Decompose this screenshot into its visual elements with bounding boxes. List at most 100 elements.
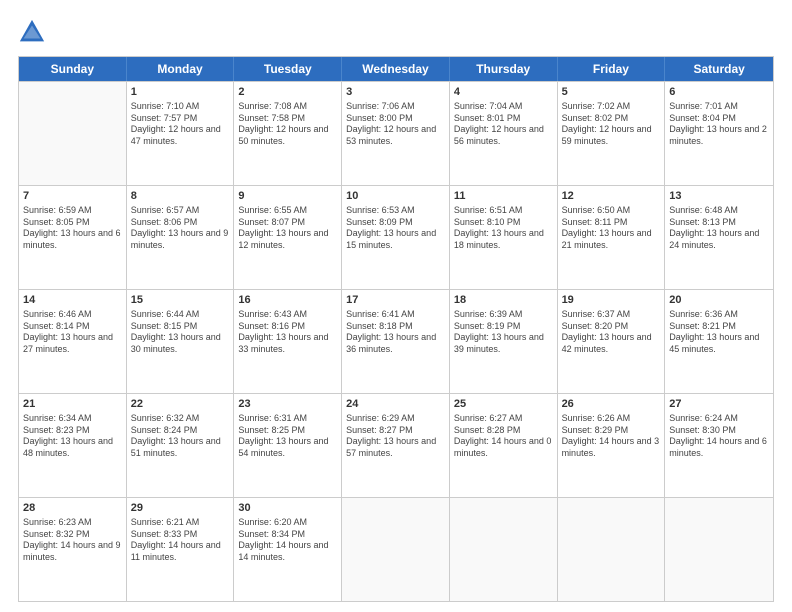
day-info: Sunrise: 6:48 AMSunset: 8:13 PMDaylight:… bbox=[669, 205, 769, 252]
day-info: Sunrise: 6:41 AMSunset: 8:18 PMDaylight:… bbox=[346, 309, 445, 356]
calendar-row-5: 28Sunrise: 6:23 AMSunset: 8:32 PMDayligh… bbox=[19, 497, 773, 601]
day-number: 29 bbox=[131, 501, 230, 516]
day-cell-23: 23Sunrise: 6:31 AMSunset: 8:25 PMDayligh… bbox=[234, 394, 342, 497]
day-cell-4: 4Sunrise: 7:04 AMSunset: 8:01 PMDaylight… bbox=[450, 82, 558, 185]
day-number: 20 bbox=[669, 293, 769, 308]
day-cell-26: 26Sunrise: 6:26 AMSunset: 8:29 PMDayligh… bbox=[558, 394, 666, 497]
day-info: Sunrise: 6:32 AMSunset: 8:24 PMDaylight:… bbox=[131, 413, 230, 460]
day-cell-2: 2Sunrise: 7:08 AMSunset: 7:58 PMDaylight… bbox=[234, 82, 342, 185]
day-cell-16: 16Sunrise: 6:43 AMSunset: 8:16 PMDayligh… bbox=[234, 290, 342, 393]
day-cell-25: 25Sunrise: 6:27 AMSunset: 8:28 PMDayligh… bbox=[450, 394, 558, 497]
day-info: Sunrise: 6:23 AMSunset: 8:32 PMDaylight:… bbox=[23, 517, 122, 564]
day-number: 16 bbox=[238, 293, 337, 308]
calendar-row-3: 14Sunrise: 6:46 AMSunset: 8:14 PMDayligh… bbox=[19, 289, 773, 393]
day-cell-12: 12Sunrise: 6:50 AMSunset: 8:11 PMDayligh… bbox=[558, 186, 666, 289]
day-info: Sunrise: 6:31 AMSunset: 8:25 PMDaylight:… bbox=[238, 413, 337, 460]
empty-cell bbox=[450, 498, 558, 601]
day-number: 25 bbox=[454, 397, 553, 412]
day-info: Sunrise: 7:10 AMSunset: 7:57 PMDaylight:… bbox=[131, 101, 230, 148]
day-cell-17: 17Sunrise: 6:41 AMSunset: 8:18 PMDayligh… bbox=[342, 290, 450, 393]
day-cell-27: 27Sunrise: 6:24 AMSunset: 8:30 PMDayligh… bbox=[665, 394, 773, 497]
day-number: 22 bbox=[131, 397, 230, 412]
day-cell-11: 11Sunrise: 6:51 AMSunset: 8:10 PMDayligh… bbox=[450, 186, 558, 289]
day-number: 28 bbox=[23, 501, 122, 516]
page: SundayMondayTuesdayWednesdayThursdayFrid… bbox=[0, 0, 792, 612]
day-cell-6: 6Sunrise: 7:01 AMSunset: 8:04 PMDaylight… bbox=[665, 82, 773, 185]
day-info: Sunrise: 6:39 AMSunset: 8:19 PMDaylight:… bbox=[454, 309, 553, 356]
weekday-header-friday: Friday bbox=[558, 57, 666, 81]
day-cell-9: 9Sunrise: 6:55 AMSunset: 8:07 PMDaylight… bbox=[234, 186, 342, 289]
logo-icon bbox=[18, 18, 46, 46]
day-info: Sunrise: 6:27 AMSunset: 8:28 PMDaylight:… bbox=[454, 413, 553, 460]
day-info: Sunrise: 6:59 AMSunset: 8:05 PMDaylight:… bbox=[23, 205, 122, 252]
header bbox=[18, 18, 774, 46]
empty-cell bbox=[342, 498, 450, 601]
weekday-header-wednesday: Wednesday bbox=[342, 57, 450, 81]
day-number: 6 bbox=[669, 85, 769, 100]
day-cell-24: 24Sunrise: 6:29 AMSunset: 8:27 PMDayligh… bbox=[342, 394, 450, 497]
day-number: 27 bbox=[669, 397, 769, 412]
day-number: 12 bbox=[562, 189, 661, 204]
calendar-row-2: 7Sunrise: 6:59 AMSunset: 8:05 PMDaylight… bbox=[19, 185, 773, 289]
day-cell-8: 8Sunrise: 6:57 AMSunset: 8:06 PMDaylight… bbox=[127, 186, 235, 289]
day-number: 9 bbox=[238, 189, 337, 204]
day-number: 3 bbox=[346, 85, 445, 100]
day-cell-7: 7Sunrise: 6:59 AMSunset: 8:05 PMDaylight… bbox=[19, 186, 127, 289]
day-info: Sunrise: 6:37 AMSunset: 8:20 PMDaylight:… bbox=[562, 309, 661, 356]
day-cell-1: 1Sunrise: 7:10 AMSunset: 7:57 PMDaylight… bbox=[127, 82, 235, 185]
day-cell-21: 21Sunrise: 6:34 AMSunset: 8:23 PMDayligh… bbox=[19, 394, 127, 497]
day-info: Sunrise: 6:24 AMSunset: 8:30 PMDaylight:… bbox=[669, 413, 769, 460]
day-info: Sunrise: 6:44 AMSunset: 8:15 PMDaylight:… bbox=[131, 309, 230, 356]
weekday-header-saturday: Saturday bbox=[665, 57, 773, 81]
day-number: 30 bbox=[238, 501, 337, 516]
day-number: 15 bbox=[131, 293, 230, 308]
day-cell-13: 13Sunrise: 6:48 AMSunset: 8:13 PMDayligh… bbox=[665, 186, 773, 289]
day-info: Sunrise: 6:34 AMSunset: 8:23 PMDaylight:… bbox=[23, 413, 122, 460]
weekday-header-tuesday: Tuesday bbox=[234, 57, 342, 81]
day-number: 18 bbox=[454, 293, 553, 308]
logo bbox=[18, 18, 50, 46]
day-cell-15: 15Sunrise: 6:44 AMSunset: 8:15 PMDayligh… bbox=[127, 290, 235, 393]
calendar-header: SundayMondayTuesdayWednesdayThursdayFrid… bbox=[19, 57, 773, 81]
day-number: 17 bbox=[346, 293, 445, 308]
day-cell-5: 5Sunrise: 7:02 AMSunset: 8:02 PMDaylight… bbox=[558, 82, 666, 185]
weekday-header-thursday: Thursday bbox=[450, 57, 558, 81]
day-info: Sunrise: 6:51 AMSunset: 8:10 PMDaylight:… bbox=[454, 205, 553, 252]
day-info: Sunrise: 7:04 AMSunset: 8:01 PMDaylight:… bbox=[454, 101, 553, 148]
empty-cell bbox=[19, 82, 127, 185]
day-info: Sunrise: 7:08 AMSunset: 7:58 PMDaylight:… bbox=[238, 101, 337, 148]
calendar-row-1: 1Sunrise: 7:10 AMSunset: 7:57 PMDaylight… bbox=[19, 81, 773, 185]
day-number: 5 bbox=[562, 85, 661, 100]
day-number: 26 bbox=[562, 397, 661, 412]
day-info: Sunrise: 7:02 AMSunset: 8:02 PMDaylight:… bbox=[562, 101, 661, 148]
weekday-header-monday: Monday bbox=[127, 57, 235, 81]
day-cell-14: 14Sunrise: 6:46 AMSunset: 8:14 PMDayligh… bbox=[19, 290, 127, 393]
day-number: 14 bbox=[23, 293, 122, 308]
day-info: Sunrise: 6:57 AMSunset: 8:06 PMDaylight:… bbox=[131, 205, 230, 252]
day-cell-30: 30Sunrise: 6:20 AMSunset: 8:34 PMDayligh… bbox=[234, 498, 342, 601]
day-info: Sunrise: 6:46 AMSunset: 8:14 PMDaylight:… bbox=[23, 309, 122, 356]
day-info: Sunrise: 7:01 AMSunset: 8:04 PMDaylight:… bbox=[669, 101, 769, 148]
day-cell-22: 22Sunrise: 6:32 AMSunset: 8:24 PMDayligh… bbox=[127, 394, 235, 497]
day-info: Sunrise: 6:43 AMSunset: 8:16 PMDaylight:… bbox=[238, 309, 337, 356]
day-cell-10: 10Sunrise: 6:53 AMSunset: 8:09 PMDayligh… bbox=[342, 186, 450, 289]
day-cell-20: 20Sunrise: 6:36 AMSunset: 8:21 PMDayligh… bbox=[665, 290, 773, 393]
calendar: SundayMondayTuesdayWednesdayThursdayFrid… bbox=[18, 56, 774, 602]
day-cell-28: 28Sunrise: 6:23 AMSunset: 8:32 PMDayligh… bbox=[19, 498, 127, 601]
empty-cell bbox=[558, 498, 666, 601]
day-info: Sunrise: 6:20 AMSunset: 8:34 PMDaylight:… bbox=[238, 517, 337, 564]
day-info: Sunrise: 6:55 AMSunset: 8:07 PMDaylight:… bbox=[238, 205, 337, 252]
day-number: 1 bbox=[131, 85, 230, 100]
day-cell-3: 3Sunrise: 7:06 AMSunset: 8:00 PMDaylight… bbox=[342, 82, 450, 185]
day-number: 21 bbox=[23, 397, 122, 412]
day-info: Sunrise: 6:50 AMSunset: 8:11 PMDaylight:… bbox=[562, 205, 661, 252]
day-number: 8 bbox=[131, 189, 230, 204]
day-number: 11 bbox=[454, 189, 553, 204]
day-info: Sunrise: 6:26 AMSunset: 8:29 PMDaylight:… bbox=[562, 413, 661, 460]
day-info: Sunrise: 7:06 AMSunset: 8:00 PMDaylight:… bbox=[346, 101, 445, 148]
day-number: 7 bbox=[23, 189, 122, 204]
day-info: Sunrise: 6:36 AMSunset: 8:21 PMDaylight:… bbox=[669, 309, 769, 356]
calendar-row-4: 21Sunrise: 6:34 AMSunset: 8:23 PMDayligh… bbox=[19, 393, 773, 497]
day-number: 2 bbox=[238, 85, 337, 100]
day-number: 24 bbox=[346, 397, 445, 412]
